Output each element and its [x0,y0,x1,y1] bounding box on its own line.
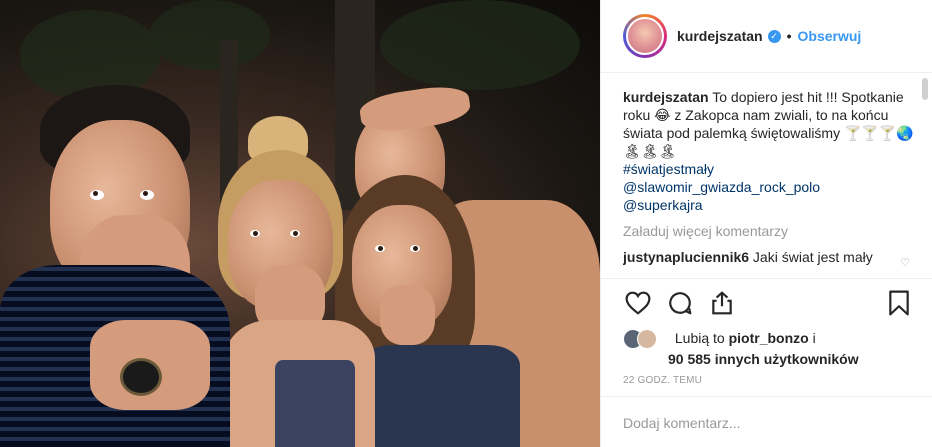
header-username[interactable]: kurdejszatan [677,28,763,44]
verified-badge-icon: ✓ [767,29,781,43]
share-icon[interactable] [707,288,737,318]
comment-text: Jaki świat jest mały [749,249,873,265]
eye [250,230,260,237]
hand [380,285,435,345]
follow-button[interactable]: Obserwuj [798,28,862,44]
likes-count[interactable]: 90 585 innych użytkowników [668,349,914,369]
likes-prefix: Lubią to [674,330,729,346]
add-comment-field[interactable]: Dodaj komentarz... [601,396,932,447]
bookmark-icon[interactable] [884,288,914,318]
scrollbar[interactable] [922,78,928,100]
mention-link[interactable]: @superkajra [623,196,914,214]
caption: kurdejszatan To dopiero jest hit !!! Spo… [623,88,914,214]
liker-avatar[interactable] [637,329,657,350]
eye [375,245,385,252]
eye [90,190,104,200]
likes-mid: i [808,330,816,346]
mention-link[interactable]: @slawomir_gwiazda_rock_polo [623,178,914,196]
comment: justynapluciennik6 Jaki świat jest mały … [623,248,914,269]
foliage [150,0,270,70]
eye [140,190,154,200]
top-strap [275,360,355,447]
liker-avatars [623,329,657,350]
likes-line: Lubią to piotr_bonzo i [675,330,816,346]
dress [360,345,520,447]
separator-dot: • [786,28,792,44]
divider [601,278,932,279]
avatar[interactable] [626,17,664,55]
post-side-panel: kurdejszatan ✓ • Obserwuj kurdejszatan T… [600,0,932,447]
comment-username[interactable]: justynapluciennik6 [623,249,749,265]
comments-section: kurdejszatan To dopiero jest hit !!! Spo… [623,88,914,276]
avatar-story-ring[interactable] [623,14,667,58]
post-timestamp[interactable]: 22 GODZ. TEMU [623,375,702,386]
hand [357,82,473,136]
foliage [380,0,580,90]
post-header: kurdejszatan ✓ • Obserwuj [601,0,932,73]
comment-heart-icon[interactable]: ♡ [900,254,910,272]
likes-summary: Lubią to piotr_bonzo i 90 585 innych uży… [623,328,914,369]
likes-user[interactable]: piotr_bonzo [729,330,809,346]
action-bar [623,288,914,318]
load-more-comments[interactable]: Załaduj więcej komentarzy [623,222,914,240]
instagram-post: kurdejszatan ✓ • Obserwuj kurdejszatan T… [0,0,932,447]
eye [290,230,300,237]
caption-username[interactable]: kurdejszatan [623,89,709,105]
wristwatch [120,358,162,396]
post-photo[interactable] [0,0,600,447]
eye [410,245,420,252]
heart-icon[interactable] [623,288,653,318]
hashtag-link[interactable]: #światjestmały [623,160,914,178]
comment-icon[interactable] [665,288,695,318]
